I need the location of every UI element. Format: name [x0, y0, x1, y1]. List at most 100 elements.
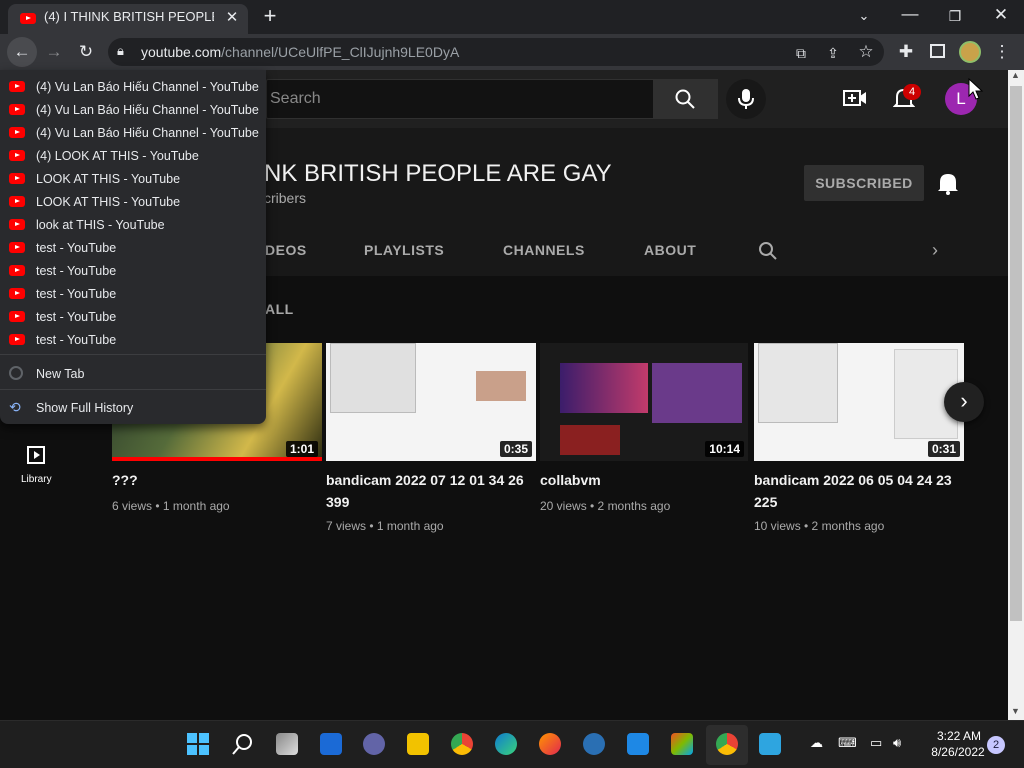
- history-item-label: (4) Vu Lan Báo Hiếu Channel - YouTube: [36, 103, 259, 117]
- video-meta: 10 views • 2 months ago: [754, 519, 885, 533]
- history-item[interactable]: test - YouTube: [0, 328, 266, 351]
- tabs-next-chevron-icon[interactable]: ›: [932, 240, 938, 261]
- video-meta: 7 views • 1 month ago: [326, 519, 444, 533]
- microphone-icon: [738, 89, 754, 109]
- calendar-icon[interactable]: [627, 733, 649, 755]
- back-arrow-icon: ←: [13, 42, 31, 61]
- history-item[interactable]: (4) LOOK AT THIS - YouTube: [0, 144, 266, 167]
- profile-avatar[interactable]: [959, 41, 981, 63]
- close-tab-icon[interactable]: ✕: [220, 8, 244, 28]
- history-item-label: test - YouTube: [36, 264, 117, 278]
- keyboard-icon[interactable]: ⌨: [838, 735, 857, 751]
- show-full-history[interactable]: ⟲ Show Full History: [0, 396, 266, 419]
- bookmark-star-icon[interactable]: ☆: [854, 42, 878, 62]
- youtube-favicon-icon: [9, 219, 25, 230]
- history-item[interactable]: (4) Vu Lan Báo Hiếu Channel - YouTube: [0, 121, 266, 144]
- extensions-puzzle-icon[interactable]: ✚: [894, 42, 918, 62]
- youtube-favicon-icon: [9, 311, 25, 322]
- forward-arrow-icon[interactable]: →: [42, 42, 66, 62]
- history-item[interactable]: test - YouTube: [0, 305, 266, 328]
- notification-bell-filled-icon[interactable]: [937, 171, 959, 195]
- history-item-new-tab[interactable]: New Tab: [0, 362, 266, 385]
- notification-center-badge[interactable]: 2: [987, 736, 1005, 754]
- clock-time[interactable]: 3:22 AM: [930, 729, 988, 743]
- globe-icon: [9, 366, 23, 380]
- play-all-label[interactable]: ALL: [265, 301, 294, 317]
- open-in-app-icon[interactable]: ⧉: [789, 43, 813, 63]
- chrome-menu-icon[interactable]: ⋮: [990, 42, 1014, 62]
- sidebar-library-label[interactable]: Library: [21, 474, 52, 485]
- youtube-favicon-icon: [9, 334, 25, 345]
- channel-search-icon[interactable]: [758, 241, 778, 261]
- history-item-label: LOOK AT THIS - YouTube: [36, 195, 181, 209]
- tab-playlists[interactable]: PLAYLISTS: [364, 242, 444, 258]
- search-icon: [675, 89, 695, 109]
- lock-icon[interactable]: 🔒︎: [117, 43, 124, 59]
- clock-date[interactable]: 8/26/2022: [924, 745, 992, 759]
- video-thumbnail[interactable]: 0:35: [326, 343, 536, 461]
- history-item[interactable]: LOOK AT THIS - YouTube: [0, 190, 266, 213]
- onedrive-icon[interactable]: ☁: [810, 735, 823, 751]
- history-item[interactable]: (4) Vu Lan Báo Hiếu Channel - YouTube: [0, 75, 266, 98]
- restore-icon[interactable]: ❐: [943, 6, 967, 26]
- library-icon[interactable]: [25, 444, 47, 466]
- share-icon[interactable]: ⇪: [821, 43, 845, 63]
- chrome-profile-icon[interactable]: [716, 733, 738, 755]
- youtube-favicon-icon: [9, 242, 25, 253]
- history-item[interactable]: test - YouTube: [0, 236, 266, 259]
- widgets-icon[interactable]: [320, 733, 342, 755]
- taskbar-search-icon[interactable]: [232, 733, 254, 755]
- minimize-icon[interactable]: —: [898, 4, 922, 24]
- video-duration: 0:31: [927, 441, 960, 457]
- history-item-label: test - YouTube: [36, 333, 117, 347]
- video-title[interactable]: collabvm: [540, 469, 740, 491]
- task-view-icon[interactable]: [276, 733, 298, 755]
- scroll-down-icon[interactable]: ▼: [1011, 706, 1020, 716]
- subscribed-button[interactable]: SUBSCRIBED: [804, 165, 924, 201]
- url-domain: youtube.com: [141, 44, 222, 60]
- history-item-label: test - YouTube: [36, 241, 117, 255]
- store-icon[interactable]: [671, 733, 693, 755]
- file-explorer-icon[interactable]: [407, 733, 429, 755]
- new-tab-icon[interactable]: +: [258, 5, 282, 27]
- tab-search-chevron-icon[interactable]: ⌄: [852, 6, 876, 26]
- watch-progress-bar: [112, 457, 322, 461]
- close-window-icon[interactable]: ✕: [989, 5, 1013, 25]
- youtube-favicon-icon: [9, 196, 25, 207]
- history-item[interactable]: (4) Vu Lan Báo Hiếu Channel - YouTube: [0, 98, 266, 121]
- history-item-label: (4) LOOK AT THIS - YouTube: [36, 149, 199, 163]
- create-video-icon[interactable]: [843, 88, 867, 108]
- windows-start-icon[interactable]: [187, 733, 209, 755]
- history-item[interactable]: test - YouTube: [0, 259, 266, 282]
- history-item-label: (4) Vu Lan Báo Hiếu Channel - YouTube: [36, 80, 259, 94]
- volume-icon[interactable]: 🔊︎: [893, 735, 901, 751]
- video-thumbnail[interactable]: 10:14: [540, 343, 748, 461]
- video-thumbnail[interactable]: 0:31: [754, 343, 964, 461]
- history-item[interactable]: LOOK AT THIS - YouTube: [0, 167, 266, 190]
- mouse-cursor-icon: [968, 78, 984, 100]
- chrome-taskbar-icon[interactable]: [451, 733, 473, 755]
- edge-icon[interactable]: [495, 733, 517, 755]
- search-placeholder: Search: [270, 90, 321, 107]
- network-icon[interactable]: ▭: [870, 735, 882, 751]
- tab-about[interactable]: ABOUT: [644, 242, 696, 258]
- search-input[interactable]: [266, 79, 654, 119]
- side-panel-icon[interactable]: [930, 44, 945, 58]
- video-title[interactable]: bandicam 2022 06 05 04 24 23 225: [754, 469, 954, 513]
- scroll-up-icon[interactable]: ▲: [1011, 70, 1020, 80]
- firefox-icon[interactable]: [539, 733, 561, 755]
- scrollbar-thumb[interactable]: [1010, 86, 1022, 621]
- tab-videos[interactable]: DEOS: [265, 242, 307, 258]
- history-item[interactable]: test - YouTube: [0, 282, 266, 305]
- shelf-next-arrow-icon[interactable]: ›: [944, 382, 984, 422]
- video-title[interactable]: ???: [112, 469, 312, 491]
- tab-channels[interactable]: CHANNELS: [503, 242, 585, 258]
- video-title[interactable]: bandicam 2022 07 12 01 34 26 399: [326, 469, 526, 513]
- history-item[interactable]: look at THIS - YouTube: [0, 213, 266, 236]
- history-clock-icon: ⟲: [9, 399, 21, 415]
- app-icon[interactable]: [759, 733, 781, 755]
- reload-icon[interactable]: ↻: [74, 42, 98, 62]
- teams-chat-icon[interactable]: [363, 733, 385, 755]
- channel-title: NK BRITISH PEOPLE ARE GAY: [264, 160, 612, 187]
- settings-icon[interactable]: [583, 733, 605, 755]
